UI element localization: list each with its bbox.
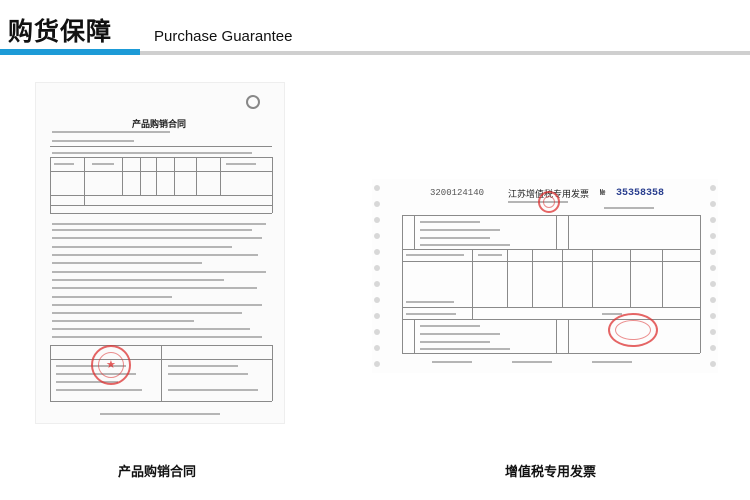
invoice-seller-seal bbox=[608, 313, 658, 347]
invoice-number: 35358358 bbox=[616, 188, 665, 199]
contract-title: 产品购销合同 bbox=[132, 120, 187, 130]
header-title-cn: 购货保障 bbox=[8, 17, 113, 46]
invoice-caption: 增值税专用发票 bbox=[505, 465, 597, 480]
invoice-top-seal bbox=[538, 191, 560, 213]
page-header: 购货保障 Purchase Guarantee bbox=[0, 0, 750, 56]
header-title-en: Purchase Guarantee bbox=[154, 28, 293, 45]
invoice-feed-holes-left bbox=[372, 179, 382, 373]
invoice-code: 3200124140 bbox=[430, 188, 485, 198]
invoice-document-image: 3200124140 江苏增值税专用发票 № 35358358 bbox=[372, 179, 718, 373]
contract-document-image: 产品购销合同 ★ bbox=[35, 82, 285, 424]
header-accent-bar bbox=[0, 49, 140, 55]
company-logo-icon bbox=[246, 95, 260, 109]
header-divider bbox=[140, 51, 750, 55]
contract-caption: 产品购销合同 bbox=[118, 465, 197, 480]
invoice-number-prefix: № bbox=[600, 188, 606, 198]
invoice-feed-holes-right bbox=[708, 179, 718, 373]
contract-seal-stamp: ★ bbox=[91, 345, 131, 385]
